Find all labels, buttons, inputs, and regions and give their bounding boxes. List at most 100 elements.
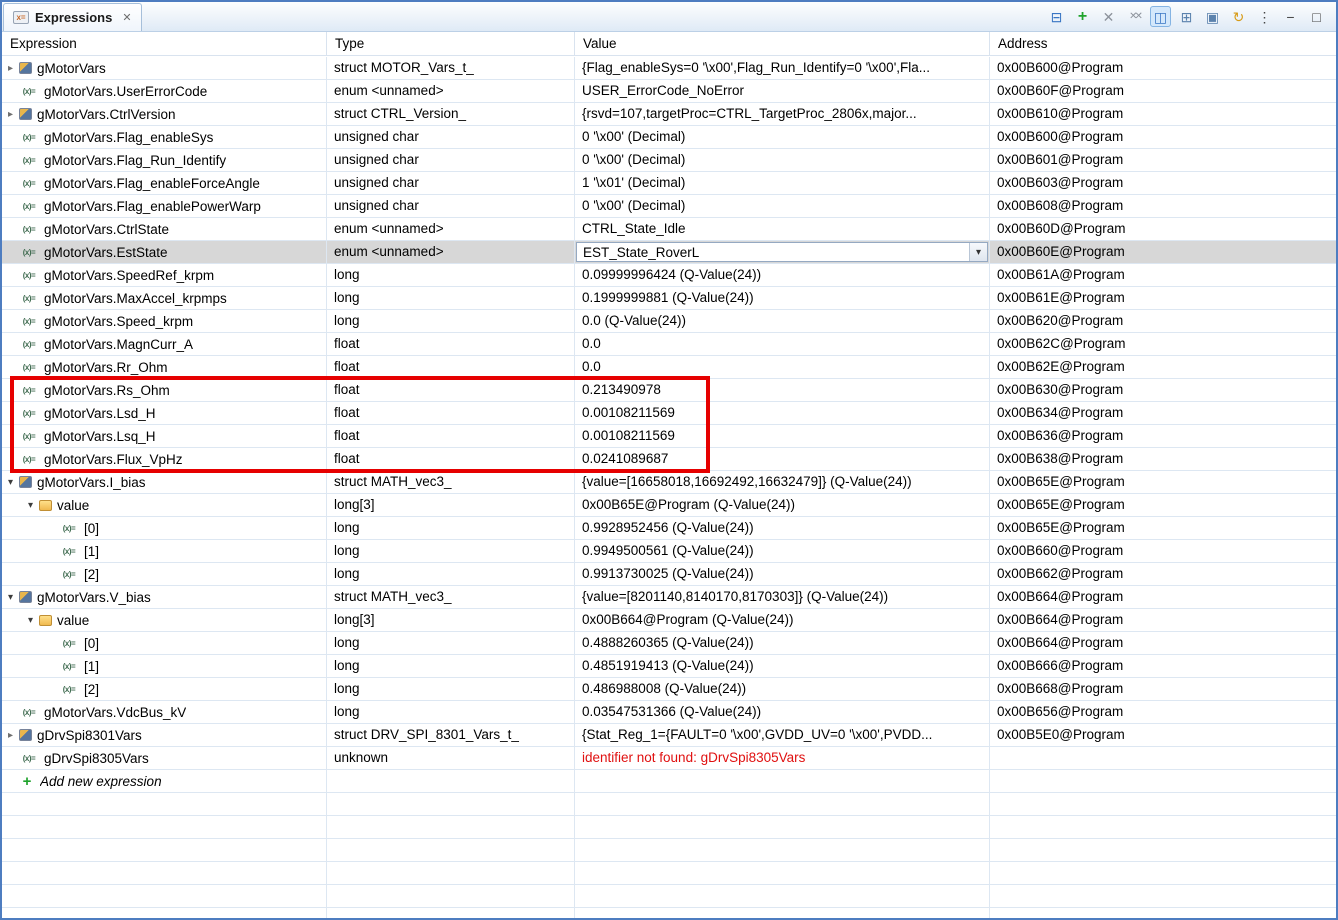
table-row[interactable]: (x)= gMotorVars.Speed_krpm long 0.0 (Q-Valu…: [2, 310, 1336, 333]
table-row[interactable]: (x)= gMotorVars.Flag_enablePowerWarp unsig…: [2, 195, 1336, 218]
close-icon[interactable]: ✕: [122, 11, 131, 24]
expression-cell: (x)= gMotorVars.Rr_Ohm: [2, 356, 327, 378]
table-row[interactable]: ▾ value long[3] 0x00B65E@Program (Q-Value(2…: [2, 494, 1336, 517]
table-row[interactable]: (x)= gMotorVars.UserErrorCode enum <unname…: [2, 80, 1336, 103]
expression-label: gMotorVars.MaxAccel_krpmps: [44, 290, 227, 306]
refresh-icon[interactable]: ↻: [1228, 6, 1249, 27]
table-row[interactable]: (x)= gDrvSpi8305Vars unknown identifier not…: [2, 747, 1336, 770]
table-row[interactable]: (x)= [2] long 0.486988008 (Q-Value(24)) 0x00…: [2, 678, 1336, 701]
expression-cell: ▸ gMotorVars: [2, 57, 327, 79]
type-cell: long: [327, 287, 575, 309]
type-cell: float: [327, 379, 575, 401]
table-row[interactable]: (x)= gMotorVars.CtrlState enum <unnamed> CT…: [2, 218, 1336, 241]
table-row[interactable]: (x)= gMotorVars.Flag_enableSys unsigned ch…: [2, 126, 1336, 149]
value-cell: 0.9913730025 (Q-Value(24)): [575, 563, 990, 585]
remove-expression-icon[interactable]: ✕: [1098, 6, 1119, 27]
expression-label: gMotorVars.EstState: [44, 244, 168, 260]
variable-icon: (x)=: [22, 270, 36, 280]
expand-icon[interactable]: ▸: [2, 730, 19, 741]
table-row[interactable]: ▸ gMotorVars struct MOTOR_Vars_t_ {Flag_ena…: [2, 57, 1336, 80]
expression-cell: (x)= gMotorVars.Lsq_H: [2, 425, 327, 447]
table-row[interactable]: (x)= gMotorVars.EstState enum <unnamed> EST…: [2, 241, 1336, 264]
pin-view-icon[interactable]: ▣: [1202, 6, 1223, 27]
show-type-names-icon[interactable]: ◫: [1150, 6, 1171, 27]
variable-icon: (x)=: [62, 684, 76, 694]
column-header-expression[interactable]: Expression: [2, 32, 327, 55]
type-cell: [327, 793, 575, 815]
view-menu-icon[interactable]: ⋮: [1254, 6, 1275, 27]
add-expression-icon[interactable]: +: [1072, 6, 1093, 27]
expression-cell: + Add new expression: [2, 770, 327, 792]
table-row[interactable]: ▸ gDrvSpi8301Vars struct DRV_SPI_8301_Vars…: [2, 724, 1336, 747]
table-row[interactable]: ▸ gMotorVars.CtrlVersion struct CTRL_Versi…: [2, 103, 1336, 126]
type-cell: unsigned char: [327, 149, 575, 171]
expression-icon: [19, 729, 32, 741]
table-row[interactable]: [2, 793, 1336, 816]
array-icon: [39, 499, 52, 511]
expression-icon: [19, 62, 32, 74]
maximize-icon[interactable]: □: [1306, 6, 1327, 27]
collapse-icon[interactable]: ▾: [22, 615, 39, 626]
table-row[interactable]: (x)= [1] long 0.9949500561 (Q-Value(24)) 0x0…: [2, 540, 1336, 563]
open-new-view-icon[interactable]: ⊞: [1176, 6, 1197, 27]
collapse-icon[interactable]: ▾: [22, 500, 39, 511]
expression-label: [2]: [84, 566, 100, 582]
value-cell: 0.03547531366 (Q-Value(24)): [575, 701, 990, 723]
table-row[interactable]: (x)= gMotorVars.Rs_Ohm float 0.213490978 0x0…: [2, 379, 1336, 402]
table-row[interactable]: (x)= gMotorVars.Lsq_H float 0.00108211569 0x…: [2, 425, 1336, 448]
table-row[interactable]: + Add new expression: [2, 770, 1336, 793]
column-header-type[interactable]: Type: [327, 32, 575, 55]
table-row[interactable]: (x)= gMotorVars.SpeedRef_krpm long 0.099999…: [2, 264, 1336, 287]
value-cell[interactable]: EST_State_RoverL ▾: [575, 241, 990, 263]
table-row[interactable]: [2, 839, 1336, 862]
type-cell: long: [327, 655, 575, 677]
value-combobox[interactable]: EST_State_RoverL ▾: [576, 242, 988, 262]
expand-icon[interactable]: ▸: [2, 109, 19, 120]
expression-label: gMotorVars.Flag_enableForceAngle: [44, 175, 260, 191]
table-row[interactable]: (x)= gMotorVars.Rr_Ohm float 0.0 0x00B62E@Pr…: [2, 356, 1336, 379]
table-row[interactable]: [2, 862, 1336, 885]
type-cell: long: [327, 632, 575, 654]
table-row[interactable]: [2, 816, 1336, 839]
table-row[interactable]: (x)= gMotorVars.MaxAccel_krpmps long 0.1999…: [2, 287, 1336, 310]
table-row[interactable]: (x)= gMotorVars.Flag_Run_Identify unsigned…: [2, 149, 1336, 172]
expression-label: [1]: [84, 543, 100, 559]
table-row[interactable]: (x)= gMotorVars.Lsd_H float 0.00108211569 0x…: [2, 402, 1336, 425]
expand-icon[interactable]: ▸: [2, 63, 19, 74]
table-row[interactable]: (x)= [0] long 0.4888260365 (Q-Value(24)) 0x0…: [2, 632, 1336, 655]
type-cell: float: [327, 425, 575, 447]
table-row[interactable]: ▾ gMotorVars.V_bias struct MATH_vec3_ {valu…: [2, 586, 1336, 609]
table-row[interactable]: (x)= gMotorVars.Flag_enableForceAngle unsi…: [2, 172, 1336, 195]
table-row[interactable]: ▾ value long[3] 0x00B664@Program (Q-Value(2…: [2, 609, 1336, 632]
table-row[interactable]: (x)= gMotorVars.Flux_VpHz float 0.024108968…: [2, 448, 1336, 471]
collapse-icon[interactable]: ▾: [2, 477, 19, 488]
table-row[interactable]: [2, 885, 1336, 908]
table-row[interactable]: (x)= gMotorVars.VdcBus_kV long 0.0354753136…: [2, 701, 1336, 724]
dropdown-icon[interactable]: ▾: [969, 243, 987, 261]
expression-label: gMotorVars.Speed_krpm: [44, 313, 194, 329]
address-cell: [990, 816, 1336, 838]
table-row[interactable]: ▾ gMotorVars.I_bias struct MATH_vec3_ {valu…: [2, 471, 1336, 494]
address-cell: [990, 885, 1336, 907]
table-row[interactable]: (x)= [1] long 0.4851919413 (Q-Value(24)) 0x0…: [2, 655, 1336, 678]
value-cell: USER_ErrorCode_NoError: [575, 80, 990, 102]
column-header-value[interactable]: Value: [575, 32, 990, 55]
expression-label: gMotorVars.V_bias: [37, 589, 151, 605]
table-row[interactable]: (x)= [2] long 0.9913730025 (Q-Value(24)) 0x0…: [2, 563, 1336, 586]
remove-all-expressions-icon[interactable]: ✕✕: [1124, 6, 1145, 27]
collapse-icon[interactable]: ▾: [2, 592, 19, 603]
minimize-icon[interactable]: −: [1280, 6, 1301, 27]
expression-label: gMotorVars.I_bias: [37, 474, 146, 490]
table-row[interactable]: (x)= gMotorVars.MagnCurr_A float 0.0 0x00B62…: [2, 333, 1336, 356]
address-cell: 0x00B601@Program: [997, 152, 1124, 167]
collapse-all-icon[interactable]: ⊟: [1046, 6, 1067, 27]
variable-icon: (x)=: [22, 408, 36, 418]
column-header-address[interactable]: Address: [990, 32, 1336, 55]
expression-cell: (x)= [1]: [2, 655, 327, 677]
table-row[interactable]: [2, 908, 1336, 918]
expression-cell: ▸ gDrvSpi8301Vars: [2, 724, 327, 746]
address-cell: 0x00B608@Program: [997, 198, 1124, 213]
variable-icon: (x)=: [22, 293, 36, 303]
table-row[interactable]: (x)= [0] long 0.9928952456 (Q-Value(24)) 0x0…: [2, 517, 1336, 540]
tab-expressions[interactable]: x= Expressions ✕: [3, 3, 142, 31]
